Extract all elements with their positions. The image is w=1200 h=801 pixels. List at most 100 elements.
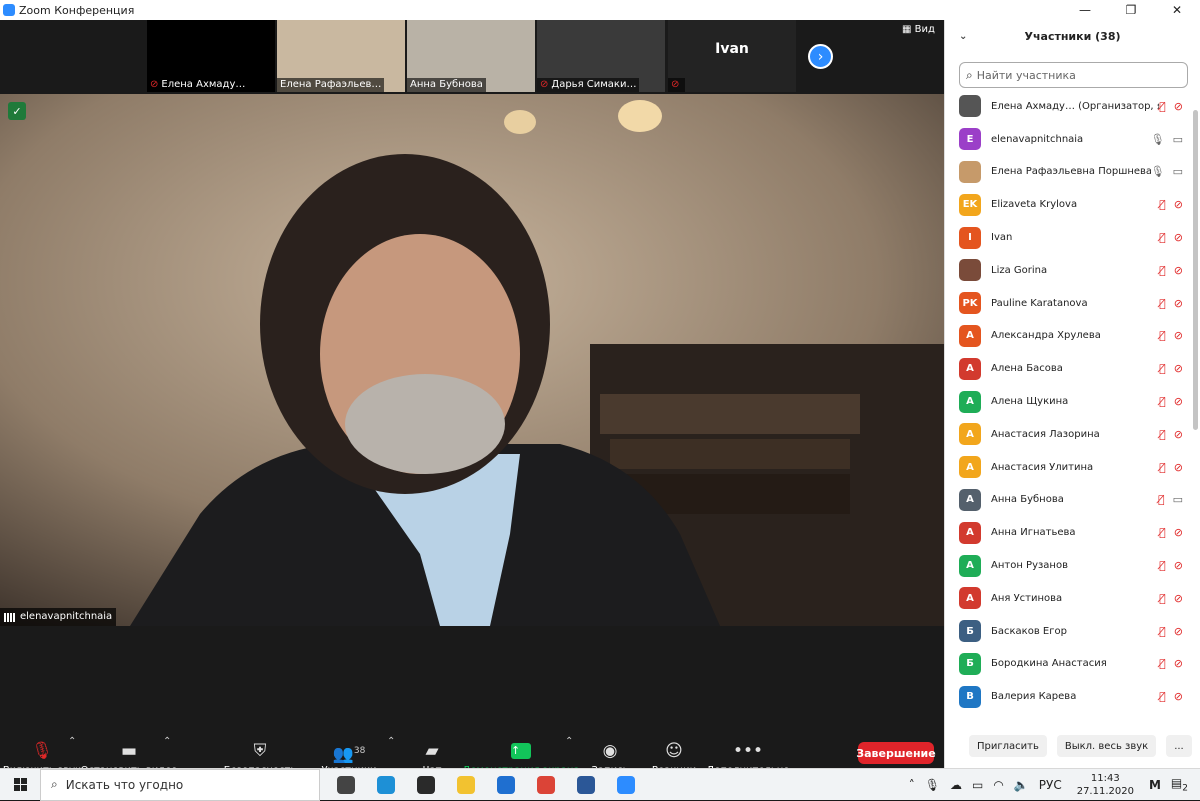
participant-name: Алена Щукина xyxy=(991,396,1069,408)
participant-row[interactable]: E elenavapnitchnaia 🎙 ▭ xyxy=(945,123,1191,156)
video-off-icon: ⊘ xyxy=(1173,624,1183,638)
taskbar-app-task-view[interactable] xyxy=(326,769,366,801)
participant-row[interactable]: EK Elizaveta Krylova 🎙̸ ⊘ xyxy=(945,188,1191,221)
taskbar-clock[interactable]: 11:43 27.11.2020 xyxy=(1077,772,1134,798)
view-button[interactable]: ▦ Вид xyxy=(902,24,935,35)
participant-row[interactable]: А Анастасия Лазорина 🎙̸ ⊘ xyxy=(945,418,1191,451)
participant-row[interactable]: I Ivan 🎙̸ ⊘ xyxy=(945,221,1191,254)
participant-row[interactable]: PK Pauline Karatanova 🎙̸ ⊘ xyxy=(945,287,1191,320)
participant-name: Анастасия Лазорина xyxy=(991,428,1100,440)
system-tray: ˄ 🎙 ☁ ▭ ◠ 🔈 РУС 11:43 27.11.2020 Ⅿ ▤2 xyxy=(904,769,1200,801)
participant-row[interactable]: Б Бородкина Анастасия 🎙̸ ⊘ xyxy=(945,648,1191,681)
mic-muted-icon: ⊘ xyxy=(540,79,549,90)
chevron-up-icon[interactable]: ˄ xyxy=(909,778,915,792)
taskbar-app-chrome[interactable] xyxy=(526,769,566,801)
participant-row[interactable]: А Антон Рузанов 🎙̸ ⊘ xyxy=(945,549,1191,582)
zoom-logo-icon xyxy=(3,4,15,16)
participant-avatar: В xyxy=(959,685,981,708)
participant-photo-avatar xyxy=(959,160,981,183)
taskbar-app-explorer[interactable] xyxy=(446,769,486,801)
participant-avatar: А xyxy=(959,488,981,511)
maximize-button[interactable]: ❐ xyxy=(1108,0,1154,20)
window-titlebar: Zoom Конференция — ❐ ✕ xyxy=(0,0,1200,20)
smiley-icon: ☺ xyxy=(665,740,683,761)
ellipsis-icon: ••• xyxy=(732,740,764,761)
mic-muted-icon: 🎙̸ xyxy=(1159,690,1166,704)
participant-row[interactable]: В Валерия Карева 🎙̸ ⊘ xyxy=(945,680,1191,713)
signal-strength-icon xyxy=(4,612,16,622)
language-indicator[interactable]: РУС xyxy=(1039,778,1062,792)
video-off-icon: ⊘ xyxy=(1173,99,1183,113)
participant-search-input[interactable]: ⌕ Найти участника xyxy=(959,62,1188,88)
taskbar-app-mail[interactable] xyxy=(486,769,526,801)
participant-row[interactable]: Б Баскаков Егор 🎙̸ ⊘ xyxy=(945,615,1191,648)
shield-icon: ⛨ xyxy=(253,740,267,761)
participant-row[interactable]: А Аня Устинова 🎙̸ ⊘ xyxy=(945,582,1191,615)
mic-muted-icon: 🎙̸ xyxy=(1159,559,1166,573)
participant-row[interactable]: А Анастасия Улитина 🎙̸ ⊘ xyxy=(945,451,1191,484)
thumbnail-label: ⊘ xyxy=(668,78,686,92)
participants-options-caret[interactable]: ⌃ xyxy=(387,736,395,747)
panel-more-button[interactable]: ... xyxy=(1166,735,1192,757)
thumbnail-label: ⊘ Елена Ахмаду… xyxy=(147,78,249,92)
video-camera-icon: ▭ xyxy=(1172,165,1183,179)
video-off-icon: ⊘ xyxy=(1173,362,1183,376)
video-off-icon: ⊘ xyxy=(1173,427,1183,441)
taskbar-app-word[interactable] xyxy=(566,769,606,801)
microphone-icon[interactable]: 🎙 xyxy=(925,778,940,792)
encryption-shield-icon[interactable]: ✓ xyxy=(8,102,26,120)
taskbar-app-edge[interactable] xyxy=(366,769,406,801)
mic-muted-icon: 🎙̸ xyxy=(1159,427,1166,441)
participant-thumbnail[interactable]: ⊘ Елена Ахмаду… xyxy=(147,20,275,92)
mic-muted-icon: 🎙̸ xyxy=(1159,526,1166,540)
speaker-name: elenavapnitchnaia xyxy=(20,611,113,622)
close-button[interactable]: ✕ xyxy=(1154,0,1200,20)
video-off-icon: ⊘ xyxy=(1173,198,1183,212)
participant-row[interactable]: А Анна Игнатьева 🎙̸ ⊘ xyxy=(945,516,1191,549)
end-meeting-button[interactable]: Завершение xyxy=(856,742,936,764)
participant-row[interactable]: Liza Gorina 🎙̸ ⊘ xyxy=(945,254,1191,287)
taskbar-app-zoom[interactable] xyxy=(606,769,646,801)
participant-avatar: А xyxy=(959,587,981,610)
thumbnail-label: ⊘ Дарья Симаки… xyxy=(537,78,640,92)
taskbar-search-input[interactable]: ⌕ Искать что угодно xyxy=(40,768,320,801)
participant-thumbnail[interactable]: Елена Рафаэльев… xyxy=(277,20,405,92)
taskbar-app-store[interactable] xyxy=(406,769,446,801)
mic-icon: 🎙 xyxy=(1150,132,1165,146)
participant-thumbnail[interactable]: Анна Бубнова xyxy=(407,20,535,92)
wifi-icon[interactable]: ◠ xyxy=(993,778,1003,792)
windows-start-icon[interactable] xyxy=(0,769,40,801)
notifications-icon[interactable]: ▤2 xyxy=(1171,776,1188,793)
collapse-chevron-icon[interactable]: ⌄ xyxy=(959,31,967,42)
audio-options-caret[interactable]: ⌃ xyxy=(68,736,76,747)
video-off-icon: ⊘ xyxy=(1173,296,1183,310)
news-icon[interactable]: Ⅿ xyxy=(1149,778,1161,792)
volume-icon[interactable]: 🔈 xyxy=(1014,778,1029,792)
invite-button[interactable]: Пригласить xyxy=(969,735,1047,757)
participant-thumbnail[interactable]: Ivan ⊘ xyxy=(668,20,796,92)
video-off-icon: ⊘ xyxy=(1173,395,1183,409)
mute-all-button[interactable]: Выкл. весь звук xyxy=(1056,735,1157,757)
participant-name: Бородкина Анастасия xyxy=(991,658,1107,670)
cloud-icon[interactable]: ☁ xyxy=(950,778,962,792)
video-options-caret[interactable]: ⌃ xyxy=(163,736,171,747)
participant-row[interactable]: А Анна Бубнова 🎙̸ ▭ xyxy=(945,484,1191,517)
participant-row[interactable]: Елена Ахмаду… (Организатор, я) 🎙̸ ⊘ xyxy=(945,90,1191,123)
minimize-button[interactable]: — xyxy=(1062,0,1108,20)
participants-scrollbar[interactable] xyxy=(1193,90,1198,724)
speaker-name-label: elenavapnitchnaia xyxy=(0,608,117,626)
thumbnail-strip: ⊘ Елена Ахмаду… Елена Рафаэльев… Анна Бубно… xyxy=(0,20,944,94)
battery-icon[interactable]: ▭ xyxy=(972,778,983,792)
participant-row[interactable]: Елена Рафаэльевна Поршнева 🎙 ▭ xyxy=(945,156,1191,189)
participant-row[interactable]: А Алена Басова 🎙̸ ⊘ xyxy=(945,352,1191,385)
next-page-button[interactable]: › xyxy=(808,44,833,69)
participant-avatar: E xyxy=(959,128,981,151)
participant-row[interactable]: А Алена Щукина 🎙̸ ⊘ xyxy=(945,385,1191,418)
participant-thumbnail[interactable]: ⊘ Дарья Симаки… xyxy=(537,20,665,92)
video-off-icon: ⊘ xyxy=(1173,690,1183,704)
participants-list: Елена Ахмаду… (Организатор, я) 🎙̸ ⊘ E el… xyxy=(945,90,1191,724)
thumbnail-name: Дарья Симаки… xyxy=(551,79,637,90)
share-options-caret[interactable]: ⌃ xyxy=(565,736,573,747)
participant-row[interactable]: А Александра Хрулева 🎙̸ ⊘ xyxy=(945,320,1191,353)
participant-avatar: Б xyxy=(959,652,981,675)
